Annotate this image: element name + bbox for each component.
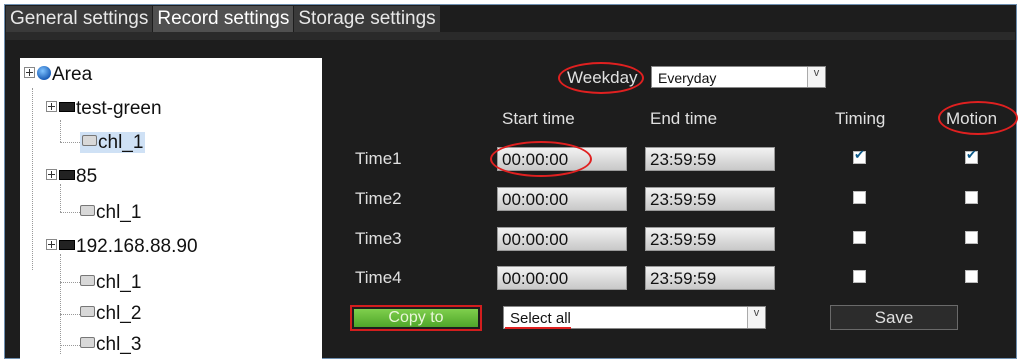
tree-node-label: test-green <box>76 98 162 119</box>
device-tree: Area test-green chl_1 85 chl_1 192.168.8… <box>20 58 322 359</box>
tree-node-channel[interactable]: chl_1 <box>80 270 141 296</box>
tree-connector <box>60 142 80 143</box>
dvr-icon <box>59 169 75 180</box>
header-end-time: End time <box>650 109 718 128</box>
tree-node-label: chl_1 <box>98 132 144 153</box>
timing-checkbox[interactable] <box>853 191 866 204</box>
copy-to-button[interactable]: Copy to <box>350 305 482 331</box>
tree-node-channel[interactable]: chl_1 <box>80 200 141 226</box>
tree-connector <box>60 314 80 315</box>
expand-icon[interactable] <box>46 169 57 181</box>
camera-icon <box>80 205 95 217</box>
tab-underline <box>6 32 1015 40</box>
tree-node-selected: chl_1 <box>80 132 146 153</box>
camera-icon <box>80 306 95 318</box>
end-time-input[interactable]: 23:59:59 <box>645 147 775 171</box>
tab-bar: General settings Record settings Storage… <box>6 6 441 32</box>
chevron-down-icon: v <box>747 307 765 328</box>
weekday-select-value: Everyday <box>658 70 717 86</box>
start-time-input[interactable]: 00:00:00 <box>497 187 627 211</box>
camera-icon <box>80 337 95 349</box>
timing-checkbox[interactable] <box>853 148 866 164</box>
timing-checkbox[interactable] <box>853 270 866 283</box>
tree-connector <box>60 212 80 213</box>
tree-node-label: chl_1 <box>96 272 142 293</box>
copy-target-select[interactable]: Select all v <box>503 306 766 329</box>
tree-node-area[interactable]: Area <box>24 62 92 88</box>
motion-checkbox[interactable] <box>965 148 978 164</box>
motion-checkbox[interactable] <box>965 191 978 204</box>
tree-node-device[interactable]: 85 <box>46 164 97 190</box>
tree-node-label: chl_3 <box>96 334 142 355</box>
tree-node-label: chl_1 <box>96 202 142 223</box>
tab-record-settings[interactable]: Record settings <box>153 6 295 32</box>
tab-storage-settings[interactable]: Storage settings <box>294 6 441 32</box>
chevron-down-icon: v <box>807 67 825 87</box>
start-time-input[interactable]: 00:00:00 <box>497 266 627 290</box>
copy-to-label: Copy to <box>354 309 478 327</box>
expand-icon[interactable] <box>46 239 57 251</box>
tree-node-label: Area <box>52 64 93 85</box>
annotation-circle <box>490 141 592 177</box>
annotation-circle <box>938 101 1018 135</box>
tab-general-settings[interactable]: General settings <box>6 6 154 32</box>
tree-node-label: 85 <box>76 166 98 187</box>
end-time-input[interactable]: 23:59:59 <box>645 227 775 251</box>
annotation-underline <box>505 327 571 329</box>
tree-node-channel[interactable]: chl_3 <box>80 332 141 358</box>
motion-checkbox[interactable] <box>965 231 978 244</box>
annotation-circle <box>558 62 644 94</box>
expand-icon[interactable] <box>24 67 35 79</box>
tree-node-channel[interactable]: chl_2 <box>80 301 141 327</box>
time-row-label: Time4 <box>355 268 402 287</box>
tree-connector <box>60 120 61 142</box>
dvr-icon <box>59 101 75 112</box>
tree-connector <box>60 282 80 283</box>
time-row-label: Time2 <box>355 189 402 208</box>
header-start-time: Start time <box>502 109 575 128</box>
expand-icon[interactable] <box>46 101 57 113</box>
save-button[interactable]: Save <box>830 305 958 330</box>
header-timing: Timing <box>835 109 886 128</box>
end-time-input[interactable]: 23:59:59 <box>645 266 775 290</box>
time-row-label: Time3 <box>355 229 402 248</box>
tree-node-label: 192.168.88.90 <box>76 236 198 257</box>
camera-icon <box>80 275 95 287</box>
start-time-input[interactable]: 00:00:00 <box>497 227 627 251</box>
tree-connector <box>60 345 80 346</box>
dvr-icon <box>59 239 75 250</box>
tree-node-channel[interactable]: chl_1 <box>80 130 146 156</box>
tree-connector <box>60 254 61 354</box>
camera-icon <box>82 135 97 147</box>
tree-node-device[interactable]: 192.168.88.90 <box>46 234 198 260</box>
timing-checkbox[interactable] <box>853 231 866 244</box>
tree-node-device[interactable]: test-green <box>46 96 162 122</box>
copy-target-value: Select all <box>510 310 571 327</box>
tree-node-label: chl_2 <box>96 303 142 324</box>
end-time-input[interactable]: 23:59:59 <box>645 187 775 211</box>
motion-checkbox[interactable] <box>965 270 978 283</box>
time-row-label: Time1 <box>355 149 402 168</box>
globe-icon <box>37 65 51 80</box>
tree-connector <box>32 88 33 270</box>
weekday-select[interactable]: Everyday v <box>651 66 826 88</box>
